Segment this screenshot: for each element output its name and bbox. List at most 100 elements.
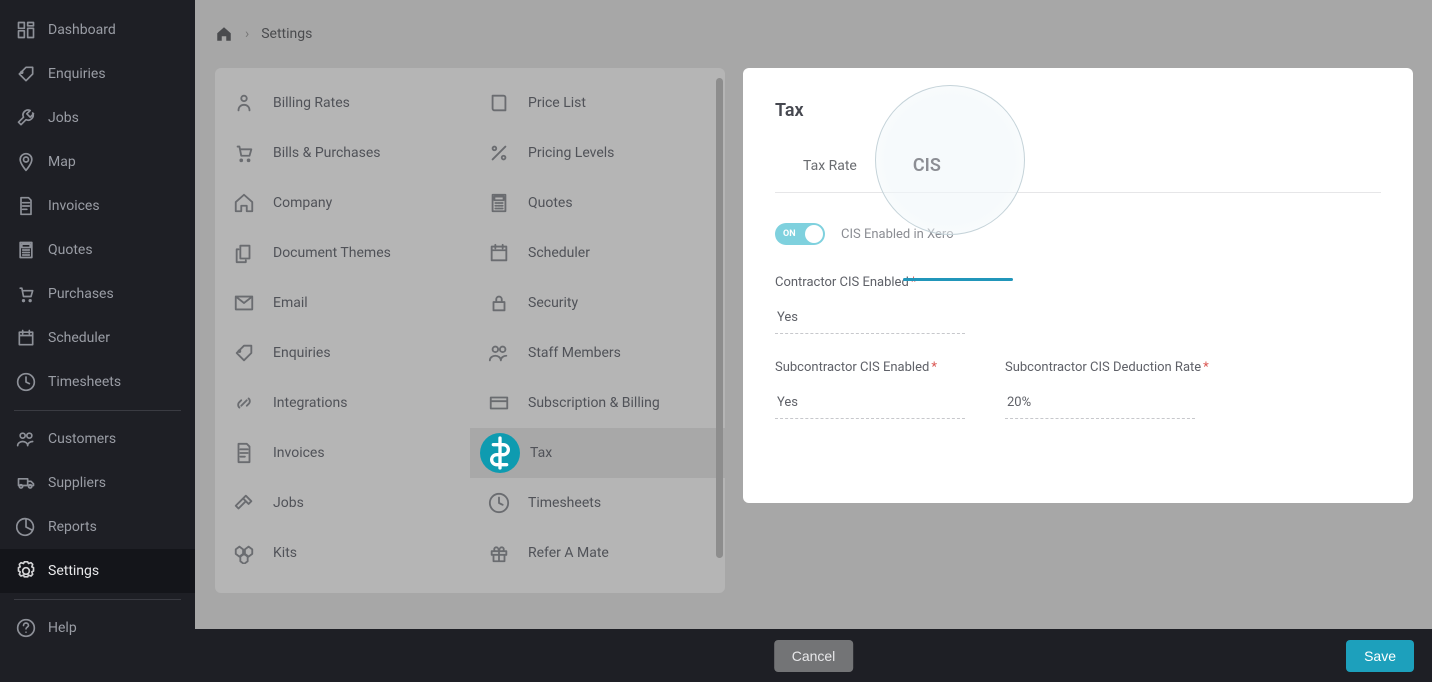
- contractor-cis-select[interactable]: Yes: [775, 304, 965, 334]
- calc-icon: [488, 192, 510, 214]
- settings-item-label: Refer A Mate: [528, 545, 609, 561]
- sidebar-item-label: Settings: [48, 563, 99, 579]
- dollar-icon: [480, 433, 520, 473]
- scrollbar[interactable]: [716, 78, 723, 558]
- sidebar-item-label: Enquiries: [48, 66, 106, 82]
- sidebar-item-label: Scheduler: [48, 330, 110, 346]
- settings-item-label: Billing Rates: [273, 95, 350, 111]
- sidebar-item-purchases[interactable]: Purchases: [0, 272, 195, 316]
- settings-item-scheduler[interactable]: Scheduler: [470, 228, 725, 278]
- settings-item-label: Company: [273, 195, 332, 211]
- copy-icon: [233, 242, 255, 264]
- link-icon: [233, 392, 255, 414]
- settings-item-label: Pricing Levels: [528, 145, 614, 161]
- book-icon: [488, 92, 510, 114]
- sidebar-divider: [14, 410, 181, 411]
- sidebar-item-label: Suppliers: [48, 475, 106, 491]
- settings-item-timesheets[interactable]: Timesheets: [470, 478, 725, 528]
- sidebar-item-label: Jobs: [48, 110, 79, 126]
- main-content: › Settings Billing Rates Bills & Purchase…: [195, 0, 1432, 629]
- settings-item-label: Document Themes: [273, 245, 391, 261]
- settings-item-document-themes[interactable]: Document Themes: [215, 228, 470, 278]
- settings-item-security[interactable]: Security: [470, 278, 725, 328]
- settings-item-integrations[interactable]: Integrations: [215, 378, 470, 428]
- percent-icon: [488, 142, 510, 164]
- sidebar-item-label: Help: [48, 620, 77, 636]
- settings-item-quotes[interactable]: Quotes: [470, 178, 725, 228]
- settings-item-tax[interactable]: Tax: [470, 428, 725, 478]
- users-icon: [16, 429, 36, 449]
- sidebar-item-settings[interactable]: Settings: [0, 549, 195, 593]
- settings-item-pricing-levels[interactable]: Pricing Levels: [470, 128, 725, 178]
- sidebar-item-timesheets[interactable]: Timesheets: [0, 360, 195, 404]
- cis-enabled-toggle[interactable]: ON: [775, 223, 825, 245]
- breadcrumb-current: Settings: [261, 26, 312, 42]
- settings-grid: Billing Rates Bills & Purchases Company Doc…: [215, 68, 725, 593]
- sidebar-item-label: Map: [48, 154, 76, 170]
- calendar-icon: [488, 242, 510, 264]
- settings-item-invoices[interactable]: Invoices: [215, 428, 470, 478]
- settings-item-label: Quotes: [528, 195, 573, 211]
- pin-icon: [16, 152, 36, 172]
- settings-item-enquiries[interactable]: Enquiries: [215, 328, 470, 378]
- sidebar-item-enquiries[interactable]: Enquiries: [0, 52, 195, 96]
- person-icon: [233, 92, 255, 114]
- save-button[interactable]: Save: [1346, 640, 1414, 672]
- bottom-bar: Cancel Save: [195, 629, 1432, 682]
- calc-icon: [16, 240, 36, 260]
- settings-item-subscription-billing[interactable]: Subscription & Billing: [470, 378, 725, 428]
- cancel-button[interactable]: Cancel: [774, 640, 854, 672]
- settings-item-billing-rates[interactable]: Billing Rates: [215, 78, 470, 128]
- clock-icon: [16, 372, 36, 392]
- sidebar-item-label: Invoices: [48, 198, 100, 214]
- lock-icon: [488, 292, 510, 314]
- calendar-icon: [16, 328, 36, 348]
- deduction-rate-label: Subcontractor CIS Deduction Rate*: [1005, 360, 1209, 375]
- home-icon[interactable]: [215, 25, 233, 43]
- panel-title: Tax: [775, 100, 1381, 121]
- sidebar-item-help[interactable]: Help: [0, 606, 195, 650]
- sidebar-item-dashboard[interactable]: Dashboard: [0, 8, 195, 52]
- subcontractor-cis-select[interactable]: Yes: [775, 389, 965, 419]
- deduction-rate-select[interactable]: 20%: [1005, 389, 1195, 419]
- settings-item-staff-members[interactable]: Staff Members: [470, 328, 725, 378]
- users-icon: [488, 342, 510, 364]
- sidebar-item-quotes[interactable]: Quotes: [0, 228, 195, 272]
- settings-item-jobs[interactable]: Jobs: [215, 478, 470, 528]
- tab-cis[interactable]: CIS: [885, 145, 969, 192]
- boxes-icon: [233, 542, 255, 564]
- sidebar-item-jobs[interactable]: Jobs: [0, 96, 195, 140]
- settings-item-company[interactable]: Company: [215, 178, 470, 228]
- settings-item-price-list[interactable]: Price List: [470, 78, 725, 128]
- settings-item-label: Invoices: [273, 445, 325, 461]
- sidebar-item-label: Customers: [48, 431, 116, 447]
- sidebar-item-map[interactable]: Map: [0, 140, 195, 184]
- wrench-icon: [16, 108, 36, 128]
- sidebar-item-suppliers[interactable]: Suppliers: [0, 461, 195, 505]
- truck-icon: [16, 473, 36, 493]
- sidebar-item-reports[interactable]: Reports: [0, 505, 195, 549]
- sidebar-item-label: Purchases: [48, 286, 114, 302]
- settings-item-label: Security: [528, 295, 578, 311]
- settings-item-bills-purchases[interactable]: Bills & Purchases: [215, 128, 470, 178]
- hammer-icon: [233, 492, 255, 514]
- mail-icon: [233, 292, 255, 314]
- gear-icon: [16, 561, 36, 581]
- settings-item-label: Price List: [528, 95, 586, 111]
- settings-item-label: Subscription & Billing: [528, 395, 660, 411]
- settings-item-label: Bills & Purchases: [273, 145, 381, 161]
- tab-tax-rate[interactable]: Tax Rate: [775, 148, 885, 190]
- sidebar-item-customers[interactable]: Customers: [0, 417, 195, 461]
- sidebar-item-scheduler[interactable]: Scheduler: [0, 316, 195, 360]
- settings-item-kits[interactable]: Kits: [215, 528, 470, 578]
- sidebar-item-invoices[interactable]: Invoices: [0, 184, 195, 228]
- sidebar-item-label: Quotes: [48, 242, 93, 258]
- tabs: Tax Rate CIS: [775, 145, 1381, 193]
- breadcrumb: › Settings: [195, 0, 1432, 68]
- pie-icon: [16, 517, 36, 537]
- question-icon: [16, 618, 36, 638]
- gift-icon: [488, 542, 510, 564]
- settings-item-label: Jobs: [273, 495, 304, 511]
- settings-item-refer-a-mate[interactable]: Refer A Mate: [470, 528, 725, 578]
- settings-item-email[interactable]: Email: [215, 278, 470, 328]
